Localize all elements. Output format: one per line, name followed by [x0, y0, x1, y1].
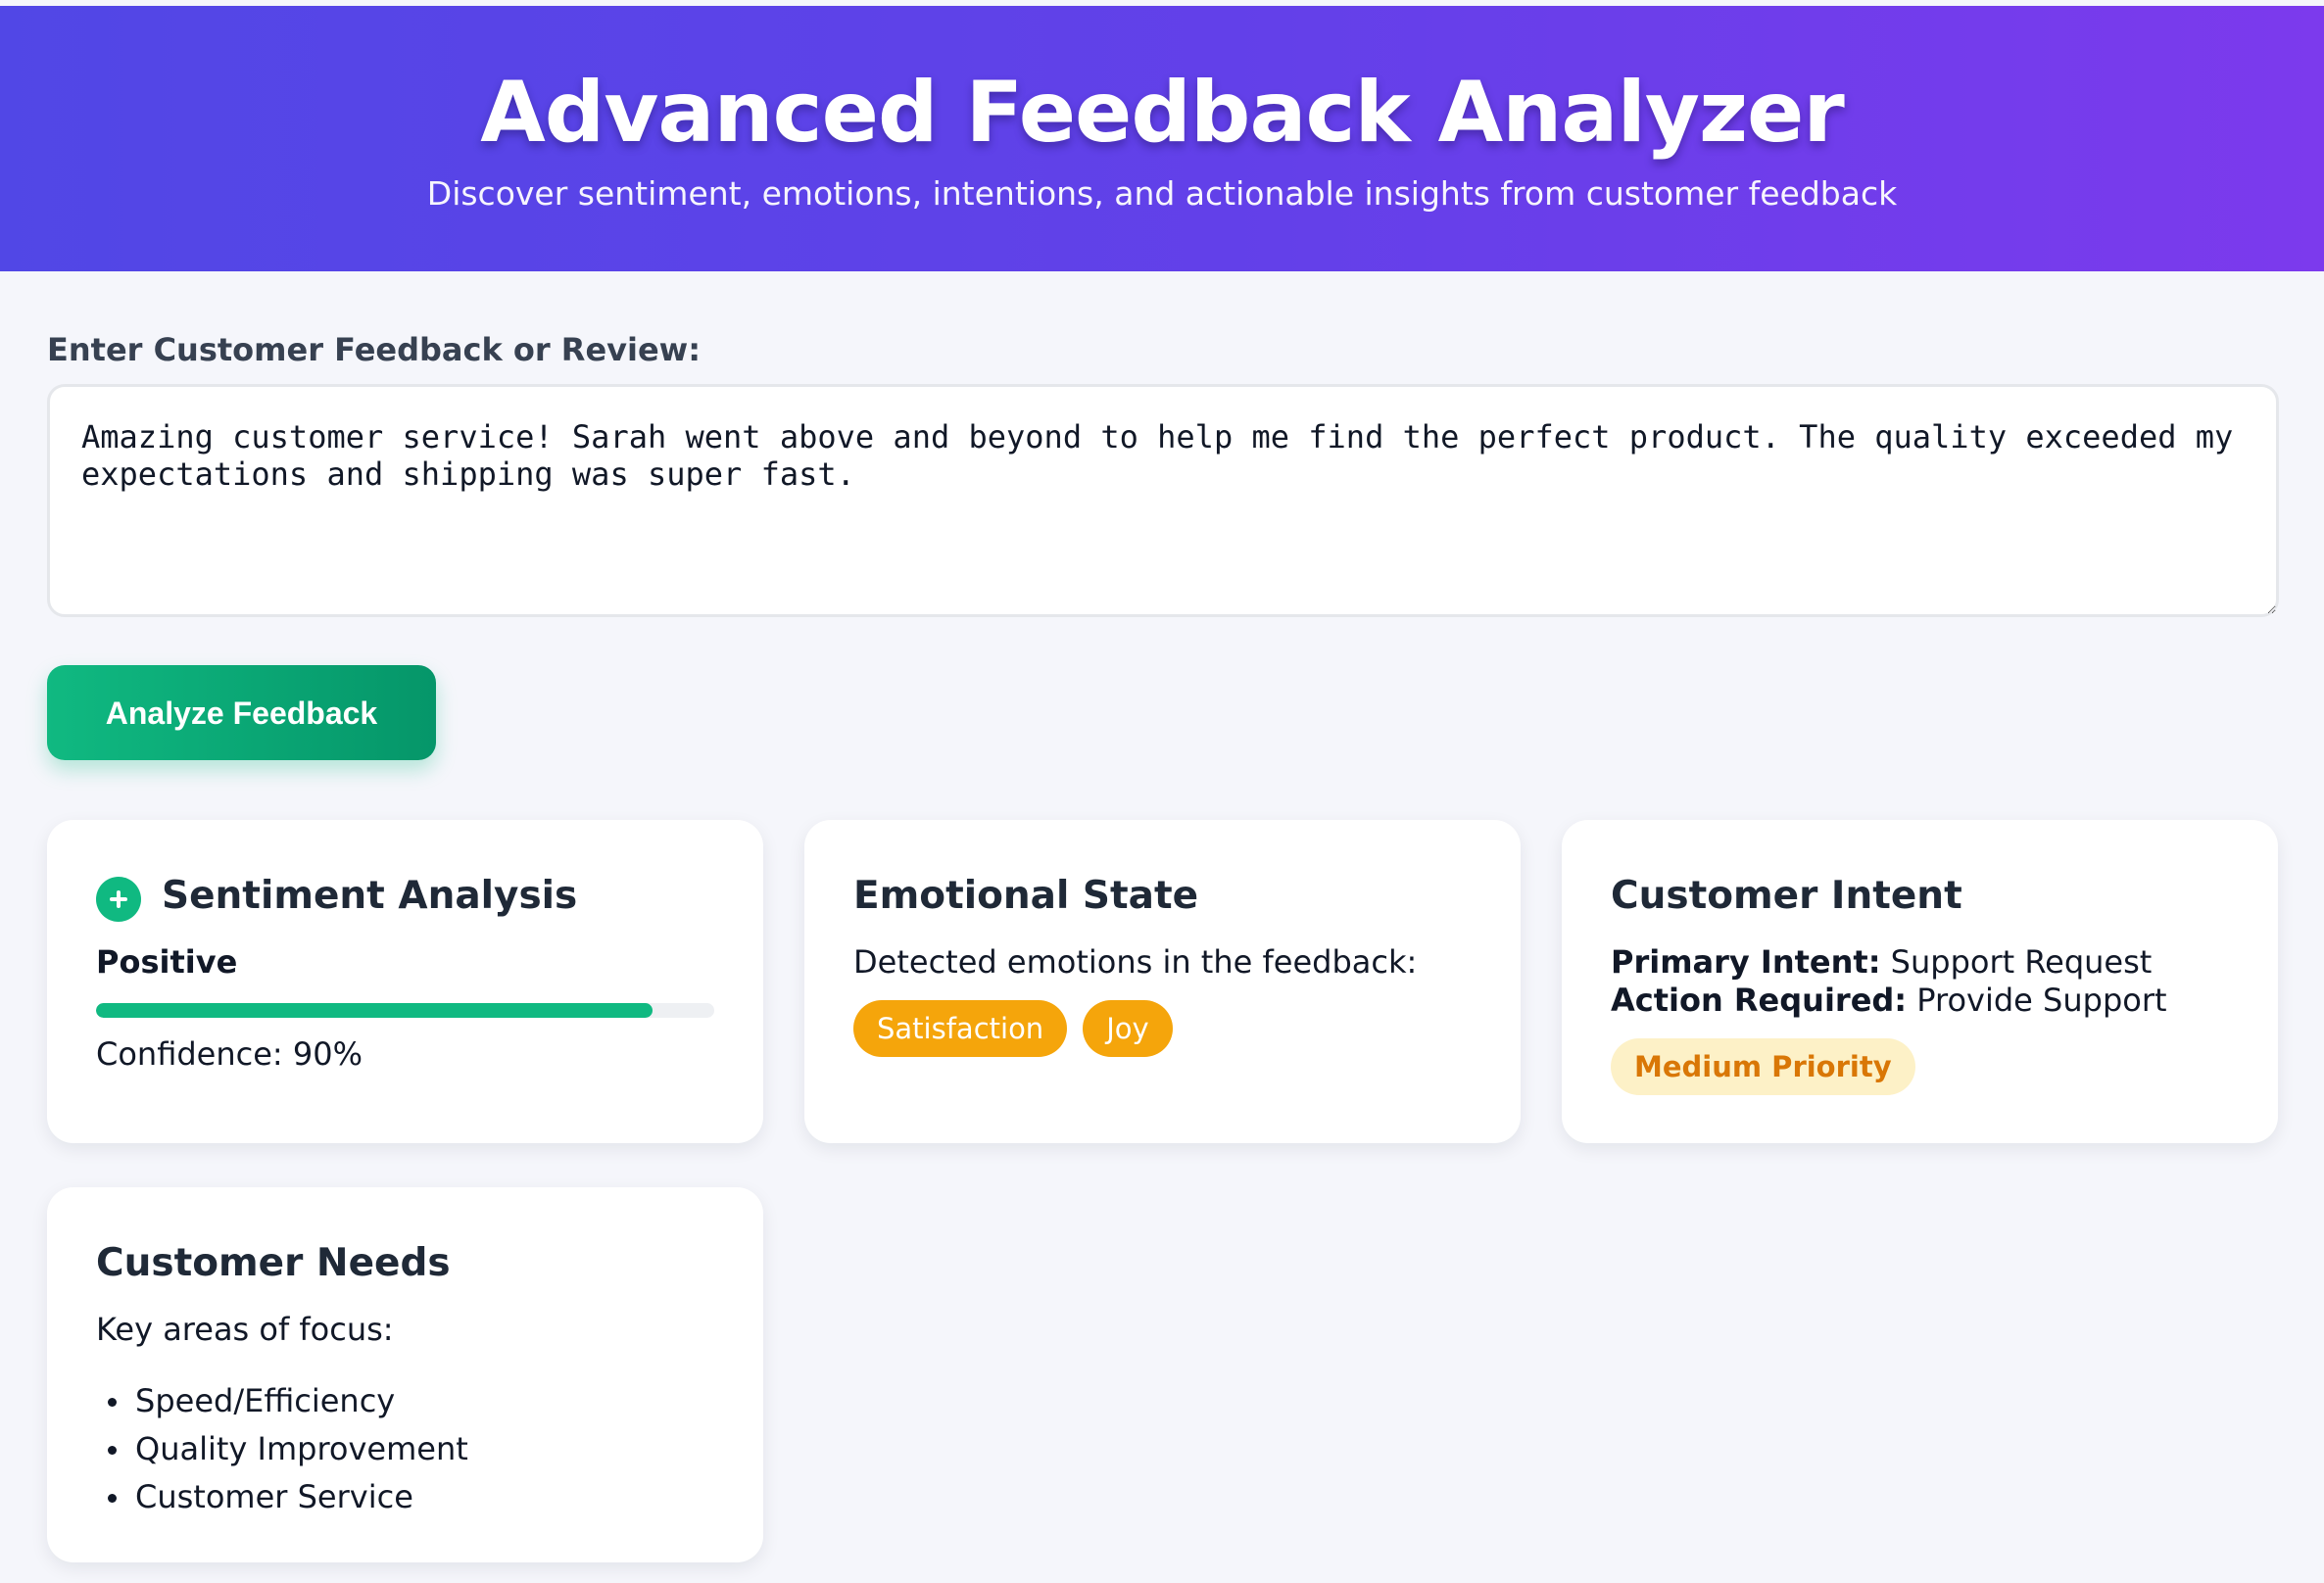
sentiment-card-title: Sentiment Analysis — [162, 874, 578, 918]
analyze-feedback-button[interactable]: Analyze Feedback — [47, 665, 436, 760]
emotion-tag: Satisfaction — [853, 1000, 1068, 1057]
priority-badge: Medium Priority — [1611, 1038, 1915, 1095]
action-required-value: Provide Support — [1916, 982, 2167, 1019]
confidence-progress-fill — [96, 1003, 653, 1018]
customer-needs-card: Customer Needs Key areas of focus: Speed… — [47, 1187, 763, 1562]
page-header: Advanced Feedback Analyzer Discover sent… — [0, 6, 2324, 271]
needs-description: Key areas of focus: — [96, 1311, 394, 1348]
primary-intent-label: Primary Intent: — [1611, 943, 1881, 981]
plus-icon — [96, 877, 141, 922]
sentiment-analysis-card: Sentiment Analysis Positive Confidence: … — [47, 820, 763, 1143]
primary-intent-row: Primary Intent: Support Request — [1611, 942, 2152, 982]
emotional-state-title: Emotional State — [853, 874, 1199, 918]
list-item: Speed/Efficiency — [96, 1377, 468, 1425]
feedback-analyzer-app: Advanced Feedback Analyzer Discover sent… — [0, 0, 2324, 1583]
customer-needs-list: Speed/Efficiency Quality Improvement Cus… — [96, 1377, 468, 1521]
emotions-description: Detected emotions in the feedback: — [853, 943, 1418, 981]
page-subtitle: Discover sentiment, emotions, intentions… — [426, 174, 1898, 213]
action-required-row: Action Required: Provide Support — [1611, 981, 2167, 1020]
page-title: Advanced Feedback Analyzer — [480, 64, 1845, 162]
feedback-textarea[interactable]: Amazing customer service! Sarah went abo… — [47, 384, 2279, 617]
confidence-progress-bar — [96, 1003, 714, 1018]
list-item: Quality Improvement — [96, 1425, 468, 1473]
primary-intent-value: Support Request — [1890, 943, 2153, 981]
customer-intent-card: Customer Intent Primary Intent: Support … — [1562, 820, 2278, 1143]
emotion-tag: Joy — [1083, 1000, 1173, 1057]
emotion-tags: Satisfaction Joy — [853, 1000, 1173, 1057]
emotional-state-card: Emotional State Detected emotions in the… — [804, 820, 1521, 1143]
customer-needs-title: Customer Needs — [96, 1241, 451, 1285]
confidence-text: Confidence: 90% — [96, 1035, 363, 1073]
list-item: Customer Service — [96, 1473, 468, 1521]
sentiment-label: Positive — [96, 943, 238, 981]
customer-intent-title: Customer Intent — [1611, 874, 1962, 918]
action-required-label: Action Required: — [1611, 982, 1908, 1019]
feedback-input-label: Enter Customer Feedback or Review: — [47, 331, 702, 368]
